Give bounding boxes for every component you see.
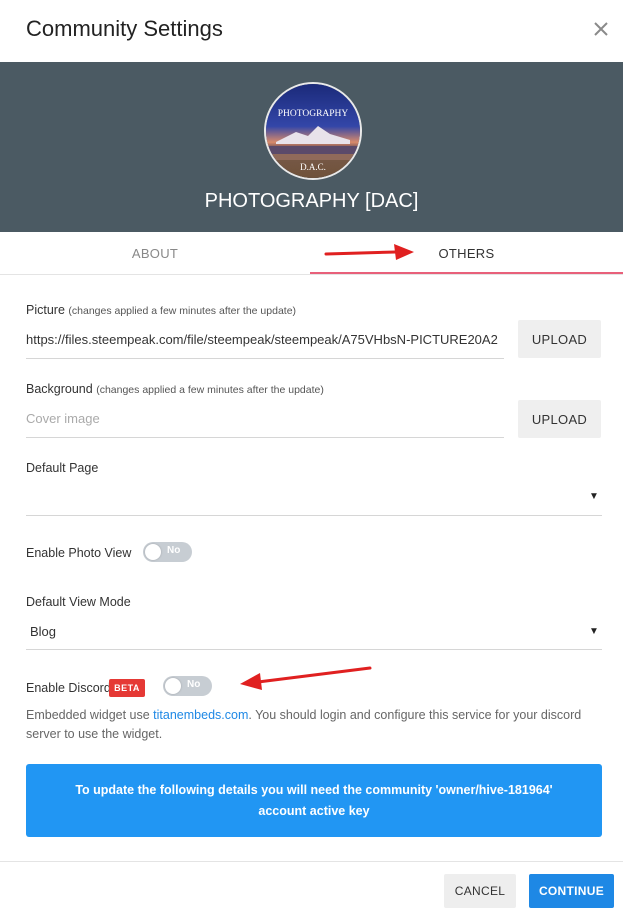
default-view-mode-label: Default View Mode: [26, 595, 131, 609]
tab-bar: ABOUT OTHERS: [0, 232, 623, 275]
default-view-mode-select[interactable]: Blog: [30, 624, 570, 639]
default-page-select[interactable]: [26, 490, 586, 508]
background-input[interactable]: Cover image: [26, 411, 100, 426]
picture-url-input[interactable]: https://files.steempeak.com/file/steempe…: [26, 332, 504, 347]
background-upload-button[interactable]: UPLOAD: [518, 400, 601, 438]
beta-badge: BETA: [109, 679, 145, 697]
community-name: PHOTOGRAPHY [DAC]: [204, 190, 419, 212]
discord-toggle[interactable]: No: [163, 676, 212, 696]
toggle-knob: [165, 678, 181, 694]
owner-key-notice: To update the following details you will…: [26, 764, 602, 837]
active-tab-indicator: [310, 272, 623, 274]
default-page-underline: [26, 515, 602, 516]
community-avatar[interactable]: PHOTOGRAPHY D.A.C.: [264, 82, 362, 180]
picture-upload-button[interactable]: UPLOAD: [518, 320, 601, 358]
discord-help-text: Embedded widget use titanembeds.com. You…: [26, 706, 606, 744]
toggle-knob: [145, 544, 161, 560]
photo-view-toggle-state: No: [167, 545, 181, 556]
default-page-label: Default Page: [26, 461, 99, 475]
background-label-note: (changes applied a few minutes after the…: [96, 384, 324, 396]
background-label: Background (changes applied a few minute…: [26, 382, 324, 396]
cancel-button[interactable]: CANCEL: [444, 874, 516, 908]
enable-photo-view-label: Enable Photo View: [26, 546, 132, 560]
help-text-prefix: Embedded widget use: [26, 708, 154, 722]
avatar-text-top: PHOTOGRAPHY: [278, 109, 349, 119]
enable-discord-label: Enable Discord: [26, 681, 111, 695]
dialog-title: Community Settings: [26, 16, 223, 41]
avatar-text-bottom: D.A.C.: [300, 162, 326, 172]
photo-view-toggle[interactable]: No: [143, 542, 192, 562]
picture-label-text: Picture: [26, 303, 65, 317]
annotation-arrow-icon: [240, 666, 372, 690]
titanembeds-link[interactable]: titanembeds.com: [153, 708, 248, 722]
continue-button[interactable]: CONTINUE: [529, 874, 614, 908]
dialog-header: Community Settings: [0, 0, 623, 62]
default-page-dropdown-icon[interactable]: ▼: [589, 491, 599, 502]
tab-others[interactable]: OTHERS: [310, 232, 623, 274]
default-view-mode-dropdown-icon[interactable]: ▼: [589, 626, 599, 637]
background-label-text: Background: [26, 382, 93, 396]
discord-toggle-state: No: [187, 679, 201, 690]
picture-label-note: (changes applied a few minutes after the…: [68, 305, 297, 317]
background-input-underline: [26, 437, 504, 438]
footer-divider: [0, 861, 623, 862]
tab-about[interactable]: ABOUT: [0, 232, 310, 274]
default-view-mode-underline: [26, 649, 602, 650]
close-icon[interactable]: [588, 16, 614, 42]
picture-input-underline: [26, 358, 504, 359]
picture-label: Picture (changes applied a few minutes a…: [26, 303, 296, 317]
